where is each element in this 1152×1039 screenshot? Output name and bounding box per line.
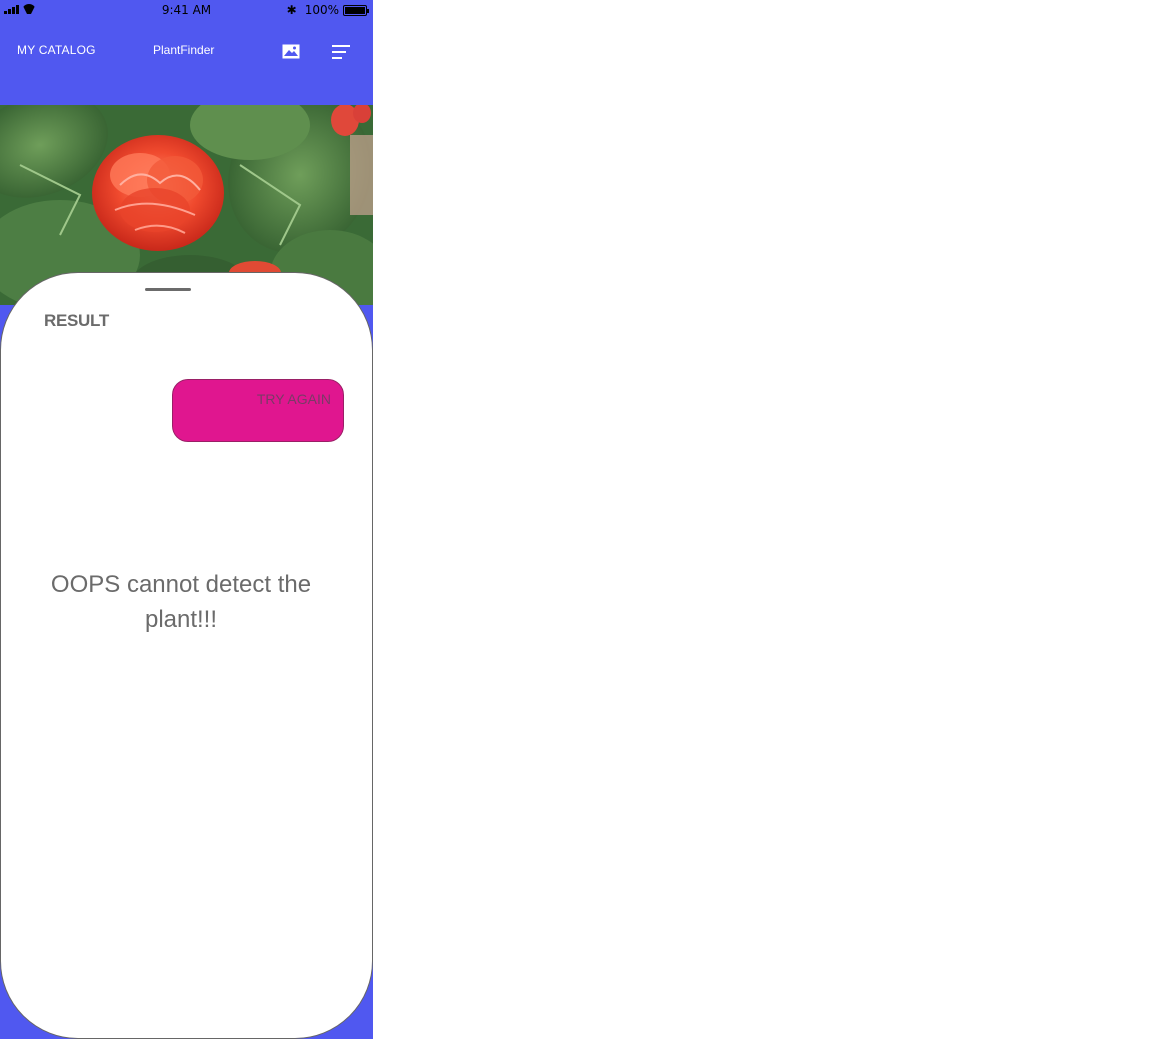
- status-bar: 9:41 AM ✱ 100%: [0, 0, 373, 22]
- try-again-button[interactable]: TRY AGAIN: [172, 379, 344, 442]
- menu-icon[interactable]: [332, 44, 350, 60]
- battery-fill: [345, 6, 365, 14]
- sheet-drag-handle[interactable]: [145, 288, 191, 291]
- nav-bar: MY CATALOG PlantFinder: [0, 22, 373, 82]
- result-sheet: RESULT TRY AGAIN OOPS cannot detect the …: [0, 272, 373, 1039]
- my-catalog-button[interactable]: MY CATALOG: [17, 43, 96, 57]
- phone-screen: 9:41 AM ✱ 100% MY CATALOG PlantFinder RE…: [0, 0, 373, 1039]
- bluetooth-icon: ✱: [286, 3, 297, 17]
- app-title: PlantFinder: [153, 43, 215, 57]
- result-heading: RESULT: [44, 311, 109, 330]
- battery-icon: [343, 4, 369, 16]
- detection-error-message: OOPS cannot detect the plant!!!: [50, 571, 312, 633]
- image-icon[interactable]: [282, 44, 300, 59]
- status-right: ✱ 100%: [286, 3, 369, 17]
- battery-percent: 100%: [304, 3, 339, 17]
